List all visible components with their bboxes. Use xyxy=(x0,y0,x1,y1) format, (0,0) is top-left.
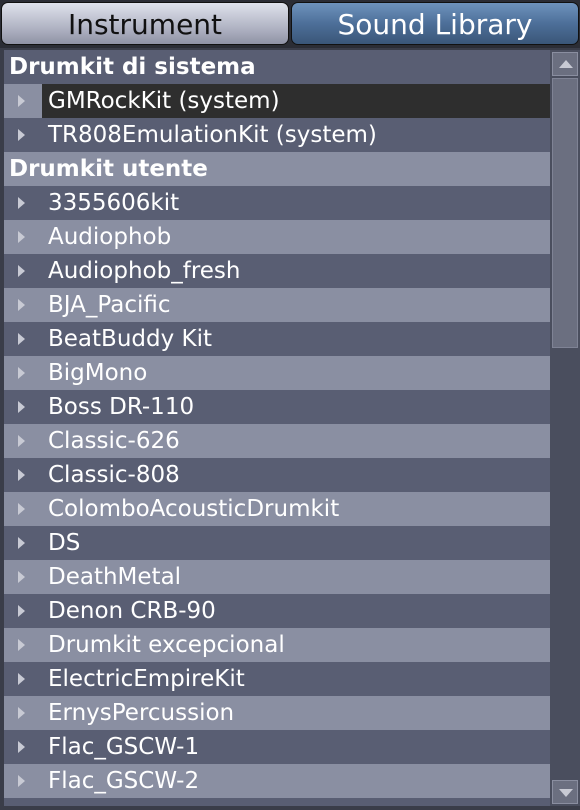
scroll-down-button[interactable] xyxy=(552,780,578,804)
section-header[interactable]: Drumkit di sistema xyxy=(4,50,550,84)
drumkit-name: Boss DR-110 xyxy=(48,394,195,420)
expand-arrow-icon[interactable] xyxy=(18,129,25,141)
drumkit-name: DeathMetal xyxy=(48,564,182,590)
drumkit-item[interactable]: Flac_GSCW-2 xyxy=(4,764,550,798)
expand-arrow-icon[interactable] xyxy=(18,537,25,549)
drumkit-name: ElectricEmpireKit xyxy=(48,666,245,692)
drumkit-item[interactable]: 3355606kit xyxy=(4,186,550,220)
arrow-down-icon xyxy=(559,789,573,797)
expand-arrow-icon[interactable] xyxy=(18,265,25,277)
expand-arrow-icon[interactable] xyxy=(18,503,25,515)
drumkit-name: 3355606kit xyxy=(48,190,180,216)
drumkit-name: BigMono xyxy=(48,360,148,386)
drumkit-item[interactable]: DS xyxy=(4,526,550,560)
drumkit-name: Audiophob_fresh xyxy=(48,258,241,284)
expand-arrow-icon[interactable] xyxy=(18,673,25,685)
expand-arrow-icon[interactable] xyxy=(18,231,25,243)
drumkit-name: Flac_GSCW-1 xyxy=(48,734,200,760)
drumkit-item[interactable]: Classic-626 xyxy=(4,424,550,458)
drumkit-name: DS xyxy=(48,530,81,556)
expand-arrow-icon[interactable] xyxy=(18,435,25,447)
drumkit-name: ColomboAcousticDrumkit xyxy=(48,496,340,522)
drumkit-item[interactable]: ElectricEmpireKit xyxy=(4,662,550,696)
drumkit-name: Denon CRB-90 xyxy=(48,598,216,624)
drumkit-name: Drumkit excepcional xyxy=(48,632,285,658)
drumkit-item[interactable]: DeathMetal xyxy=(4,560,550,594)
drumkit-item[interactable]: GMRockKit (system) xyxy=(4,84,550,118)
drumkit-item[interactable]: Drumkit excepcional xyxy=(4,628,550,662)
tab-sound-library[interactable]: Sound Library xyxy=(291,2,579,45)
section-header[interactable]: Drumkit utente xyxy=(4,152,550,186)
sound-library-tree: Drumkit di sistema GMRockKit (system) TR80… xyxy=(4,50,550,806)
drumkit-item[interactable]: Audiophob xyxy=(4,220,550,254)
drumkit-name: Classic-626 xyxy=(48,428,180,454)
drumkit-item[interactable]: Boss DR-110 xyxy=(4,390,550,424)
drumkit-item[interactable]: BigMono xyxy=(4,356,550,390)
tab-bar: Instrument Sound Library xyxy=(0,0,580,48)
drumkit-item[interactable]: Flac_GSCW-1 xyxy=(4,730,550,764)
drumkit-item-partial[interactable] xyxy=(4,798,550,806)
drumkit-item[interactable]: Audiophob_fresh xyxy=(4,254,550,288)
drumkit-item[interactable]: BJA_Pacific xyxy=(4,288,550,322)
expand-arrow-icon[interactable] xyxy=(18,639,25,651)
arrow-up-icon xyxy=(559,60,573,68)
expand-arrow-icon[interactable] xyxy=(18,741,25,753)
drumkit-name: BJA_Pacific xyxy=(48,292,171,318)
drumkit-item[interactable]: Classic-808 xyxy=(4,458,550,492)
scroll-up-button[interactable] xyxy=(552,52,578,76)
drumkit-name: Flac_GSCW-2 xyxy=(48,768,200,794)
scrollbar-handle[interactable] xyxy=(552,78,578,348)
drumkit-name: ErnysPercussion xyxy=(48,700,235,726)
drumkit-item[interactable]: ErnysPercussion xyxy=(4,696,550,730)
vertical-scrollbar[interactable] xyxy=(550,50,580,806)
expand-arrow-icon[interactable] xyxy=(18,469,25,481)
expand-arrow-icon[interactable] xyxy=(18,571,25,583)
expand-arrow-icon[interactable] xyxy=(18,197,25,209)
drumkit-item[interactable]: TR808EmulationKit (system) xyxy=(4,118,550,152)
expand-arrow-icon[interactable] xyxy=(18,299,25,311)
expand-arrow-icon[interactable] xyxy=(18,707,25,719)
expand-arrow-icon[interactable] xyxy=(18,401,25,413)
drumkit-name: Audiophob xyxy=(48,224,172,250)
drumkit-name: TR808EmulationKit (system) xyxy=(48,122,377,148)
drumkit-name: GMRockKit (system) xyxy=(48,88,280,114)
expand-arrow-icon[interactable] xyxy=(18,775,25,787)
expand-arrow-icon[interactable] xyxy=(18,367,25,379)
drumkit-name: BeatBuddy Kit xyxy=(48,326,213,352)
drumkit-name: Classic-808 xyxy=(48,462,180,488)
expand-arrow-icon[interactable] xyxy=(18,605,25,617)
expand-arrow-icon[interactable] xyxy=(18,333,25,345)
tab-instrument[interactable]: Instrument xyxy=(1,2,289,45)
drumkit-item[interactable]: Denon CRB-90 xyxy=(4,594,550,628)
drumkit-item[interactable]: ColomboAcousticDrumkit xyxy=(4,492,550,526)
expand-arrow-icon[interactable] xyxy=(18,95,25,107)
drumkit-item[interactable]: BeatBuddy Kit xyxy=(4,322,550,356)
